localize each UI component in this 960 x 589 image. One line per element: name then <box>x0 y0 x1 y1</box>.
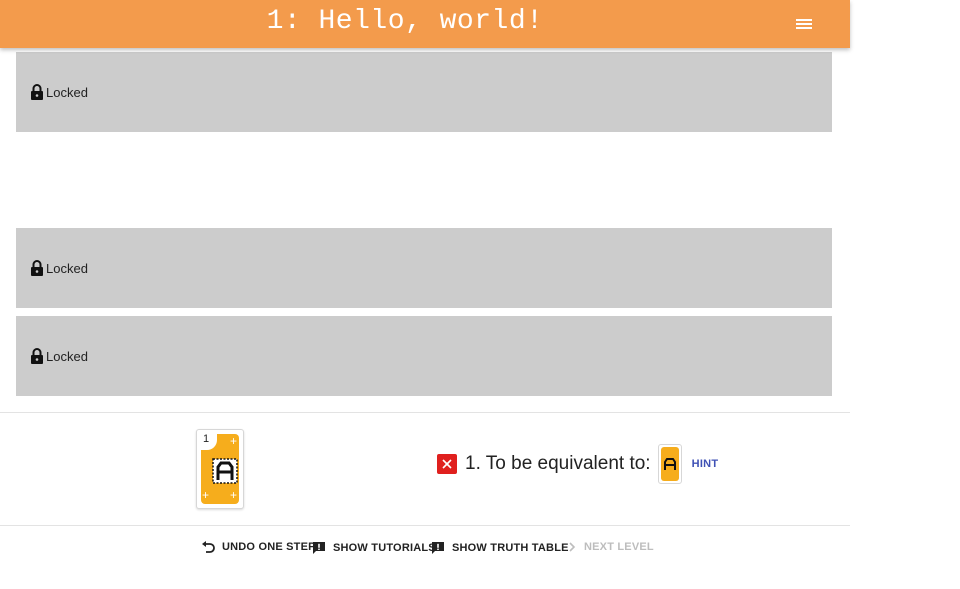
locked-panel: Locked <box>16 316 832 396</box>
locked-panel: Locked <box>16 52 832 132</box>
target-card <box>657 444 682 484</box>
plus-icon: + <box>202 488 210 502</box>
divider <box>0 412 850 413</box>
divider <box>0 525 850 526</box>
a-glyph-icon <box>212 458 238 484</box>
feedback-icon <box>432 542 444 554</box>
app-root: 1: Hello, world! Locked Locked Locked + … <box>0 0 850 589</box>
x-error-icon <box>437 454 457 474</box>
goal-text: 1. To be equivalent to: <box>465 453 651 474</box>
show-truth-table-button[interactable]: SHOW TRUTH TABLE <box>431 541 569 555</box>
a-glyph-icon <box>663 458 676 470</box>
undo-button[interactable]: UNDO ONE STEP <box>201 541 316 553</box>
bottom-toolbar: UNDO ONE STEP SHOW TUTORIALS SHOW TRUTH … <box>0 541 850 557</box>
locked-label: Locked <box>46 84 88 100</box>
lock-icon <box>31 84 43 100</box>
undo-icon <box>202 541 215 553</box>
locked-panel: Locked <box>16 228 832 308</box>
chevron-right-icon <box>569 542 576 552</box>
hamburger-menu-icon[interactable] <box>796 17 812 31</box>
plus-icon: + <box>229 488 237 502</box>
app-header: 1: Hello, world! <box>0 0 850 48</box>
workspace-card[interactable]: + + + 1 <box>196 429 244 509</box>
locked-label: Locked <box>46 348 88 364</box>
level-title: 1: Hello, world! <box>266 6 544 37</box>
locked-label: Locked <box>46 260 88 276</box>
hint-button[interactable]: HINT <box>692 458 719 470</box>
lock-icon <box>31 260 43 276</box>
plus-icon: + <box>229 434 237 448</box>
feedback-icon <box>313 542 325 554</box>
lock-icon <box>31 348 43 364</box>
next-level-button[interactable]: NEXT LEVEL <box>567 541 654 553</box>
show-tutorials-button[interactable]: SHOW TUTORIALS <box>312 541 436 555</box>
goal-row: 1. To be equivalent to: HINT <box>437 444 718 484</box>
